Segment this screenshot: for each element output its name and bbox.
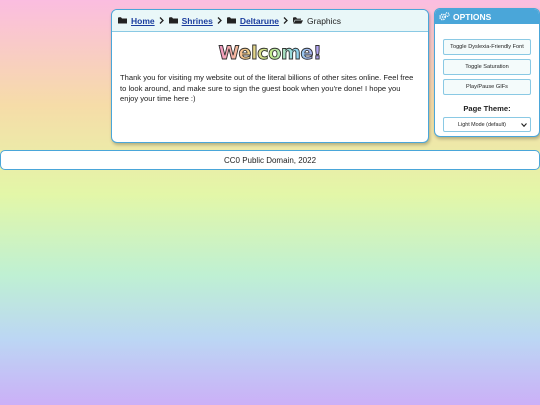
page-theme-label: Page Theme: bbox=[463, 104, 511, 113]
options-header: OPTIONS bbox=[435, 9, 539, 24]
folder-open-icon bbox=[293, 17, 304, 24]
intro-text: Thank you for visiting my website out of… bbox=[120, 73, 414, 104]
chevron-right-icon bbox=[283, 17, 288, 24]
welcome-title: Welcome! bbox=[218, 42, 322, 65]
chevron-right-icon bbox=[217, 17, 222, 24]
gears-icon bbox=[439, 12, 450, 21]
play-pause-gifs-button[interactable]: Play/Pause GIFs bbox=[443, 79, 531, 95]
chevron-right-icon bbox=[159, 17, 164, 24]
breadcrumb-item-deltarune: Deltarune bbox=[226, 16, 279, 26]
welcome-heading: Welcome! bbox=[112, 41, 428, 65]
main-panel: Home Shrines Deltarune Graphics Welcome!… bbox=[111, 9, 429, 143]
folder-icon bbox=[118, 17, 127, 24]
toggle-dyslexia-font-button[interactable]: Toggle Dyslexia-Friendly Font bbox=[443, 39, 531, 55]
options-title: OPTIONS bbox=[453, 11, 492, 22]
footer: CC0 Public Domain, 2022 bbox=[0, 150, 540, 170]
page-theme-select[interactable]: Light Mode (default) bbox=[443, 117, 531, 132]
breadcrumb-item-graphics: Graphics bbox=[293, 16, 341, 26]
chevron-down-icon bbox=[521, 122, 527, 127]
footer-text: CC0 Public Domain, 2022 bbox=[223, 155, 317, 165]
breadcrumb-current: Graphics bbox=[307, 15, 342, 26]
breadcrumb-item-shrines: Shrines bbox=[168, 16, 213, 26]
theme-select-value: Light Mode (default) bbox=[458, 121, 506, 128]
breadcrumb-link-deltarune[interactable]: Deltarune bbox=[240, 16, 279, 26]
breadcrumb-item-home: Home bbox=[118, 16, 155, 26]
folder-icon bbox=[226, 17, 236, 24]
options-panel: OPTIONS Toggle Dyslexia-Friendly Font To… bbox=[434, 8, 540, 137]
breadcrumb-link-home[interactable]: Home bbox=[131, 16, 155, 26]
breadcrumb-link-shrines[interactable]: Shrines bbox=[182, 16, 213, 26]
breadcrumb: Home Shrines Deltarune Graphics bbox=[112, 10, 428, 32]
toggle-saturation-button[interactable]: Toggle Saturation bbox=[443, 59, 531, 75]
folder-icon bbox=[168, 17, 178, 24]
